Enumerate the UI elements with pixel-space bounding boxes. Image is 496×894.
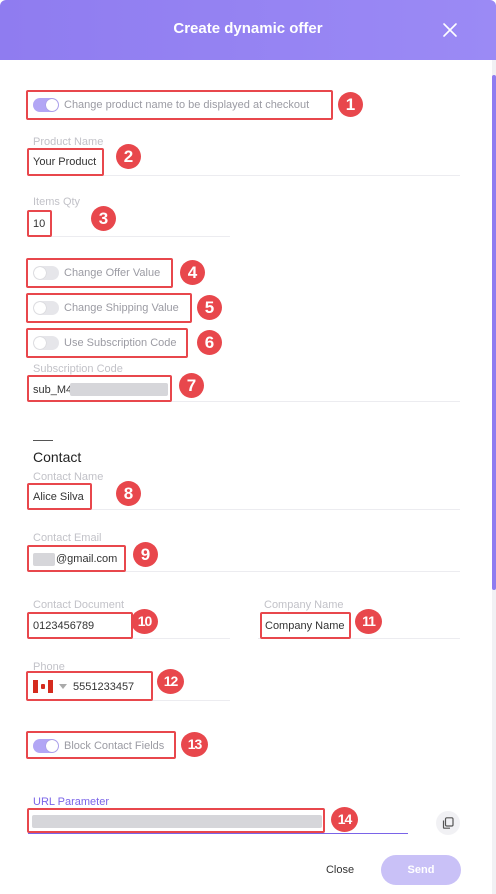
annotation-badge-8: 8: [116, 481, 141, 506]
phone-input[interactable]: 5551233457: [73, 681, 134, 693]
contact-document-label: Contact Document: [33, 599, 125, 611]
contact-email-underline: [28, 571, 460, 572]
contact-name-label: Contact Name: [33, 471, 104, 483]
product-name-input[interactable]: Your Product: [33, 156, 96, 168]
annotation-badge-9: 9: [133, 542, 158, 567]
annotation-badge-7: 7: [179, 373, 204, 398]
contact-document-underline: [28, 638, 230, 639]
close-button[interactable]: Close: [318, 859, 362, 881]
annotation-badge-4: 4: [180, 260, 205, 285]
contact-name-input[interactable]: Alice Silva: [33, 491, 84, 503]
section-divider: [33, 440, 53, 441]
product-name-label: Product Name: [33, 136, 104, 148]
subscription-code-label: Subscription Code: [33, 363, 123, 375]
change-shipping-value-label: Change Shipping Value: [64, 302, 179, 314]
block-contact-fields-toggle[interactable]: [33, 739, 59, 753]
url-parameter-label: URL Parameter: [33, 796, 110, 808]
copy-icon: [442, 817, 454, 829]
canada-flag-icon[interactable]: [33, 680, 53, 693]
change-product-name-toggle[interactable]: [33, 98, 59, 112]
company-name-input[interactable]: Company Name: [265, 620, 344, 632]
contact-email-label: Contact Email: [33, 532, 102, 544]
dialog-title: Create dynamic offer: [173, 20, 323, 37]
contact-document-input[interactable]: 0123456789: [33, 620, 94, 632]
use-subscription-code-label: Use Subscription Code: [64, 337, 177, 349]
subscription-code-input[interactable]: sub_M4: [33, 384, 72, 396]
phone-underline: [28, 700, 230, 701]
change-shipping-value-toggle[interactable]: [33, 301, 59, 315]
subscription-code-underline: [28, 401, 460, 402]
contact-name-underline: [28, 509, 460, 510]
change-offer-value-label: Change Offer Value: [64, 267, 161, 279]
change-product-name-label: Change product name to be displayed at c…: [64, 99, 310, 111]
annotation-badge-13: 13: [181, 732, 208, 757]
items-qty-label: Items Qty: [33, 196, 81, 208]
change-offer-value-toggle[interactable]: [33, 266, 59, 280]
url-parameter-underline: [28, 833, 408, 834]
company-name-underline: [258, 638, 460, 639]
annotation-badge-1: 1: [338, 92, 363, 117]
contact-email-input[interactable]: @gmail.com: [56, 553, 117, 565]
use-subscription-code-toggle[interactable]: [33, 336, 59, 350]
subscription-code-redacted: [70, 383, 168, 396]
annotation-badge-14: 14: [331, 807, 358, 832]
dialog-header: Create dynamic offer: [0, 0, 496, 60]
phone-label: Phone: [33, 661, 65, 673]
send-button[interactable]: Send: [381, 855, 461, 885]
items-qty-underline: [28, 236, 230, 237]
contact-section-title: Contact: [33, 449, 82, 465]
annotation-badge-2: 2: [116, 144, 141, 169]
chevron-down-icon[interactable]: [59, 684, 67, 689]
items-qty-input[interactable]: 10: [33, 218, 45, 230]
annotation-badge-6: 6: [197, 330, 222, 355]
scrollbar-thumb[interactable]: [492, 75, 496, 590]
product-name-underline: [28, 175, 460, 176]
annotation-badge-12: 12: [157, 669, 184, 694]
copy-url-button[interactable]: [436, 811, 460, 835]
annotation-badge-10: 10: [131, 609, 158, 634]
url-parameter-redacted[interactable]: [32, 815, 322, 828]
close-icon[interactable]: [440, 20, 460, 40]
contact-email-redacted: [33, 553, 55, 566]
company-name-label: Company Name: [264, 599, 344, 611]
annotation-badge-11: 11: [355, 609, 382, 634]
annotation-badge-5: 5: [197, 295, 222, 320]
block-contact-fields-label: Block Contact Fields: [64, 740, 165, 752]
annotation-badge-3: 3: [91, 206, 116, 231]
